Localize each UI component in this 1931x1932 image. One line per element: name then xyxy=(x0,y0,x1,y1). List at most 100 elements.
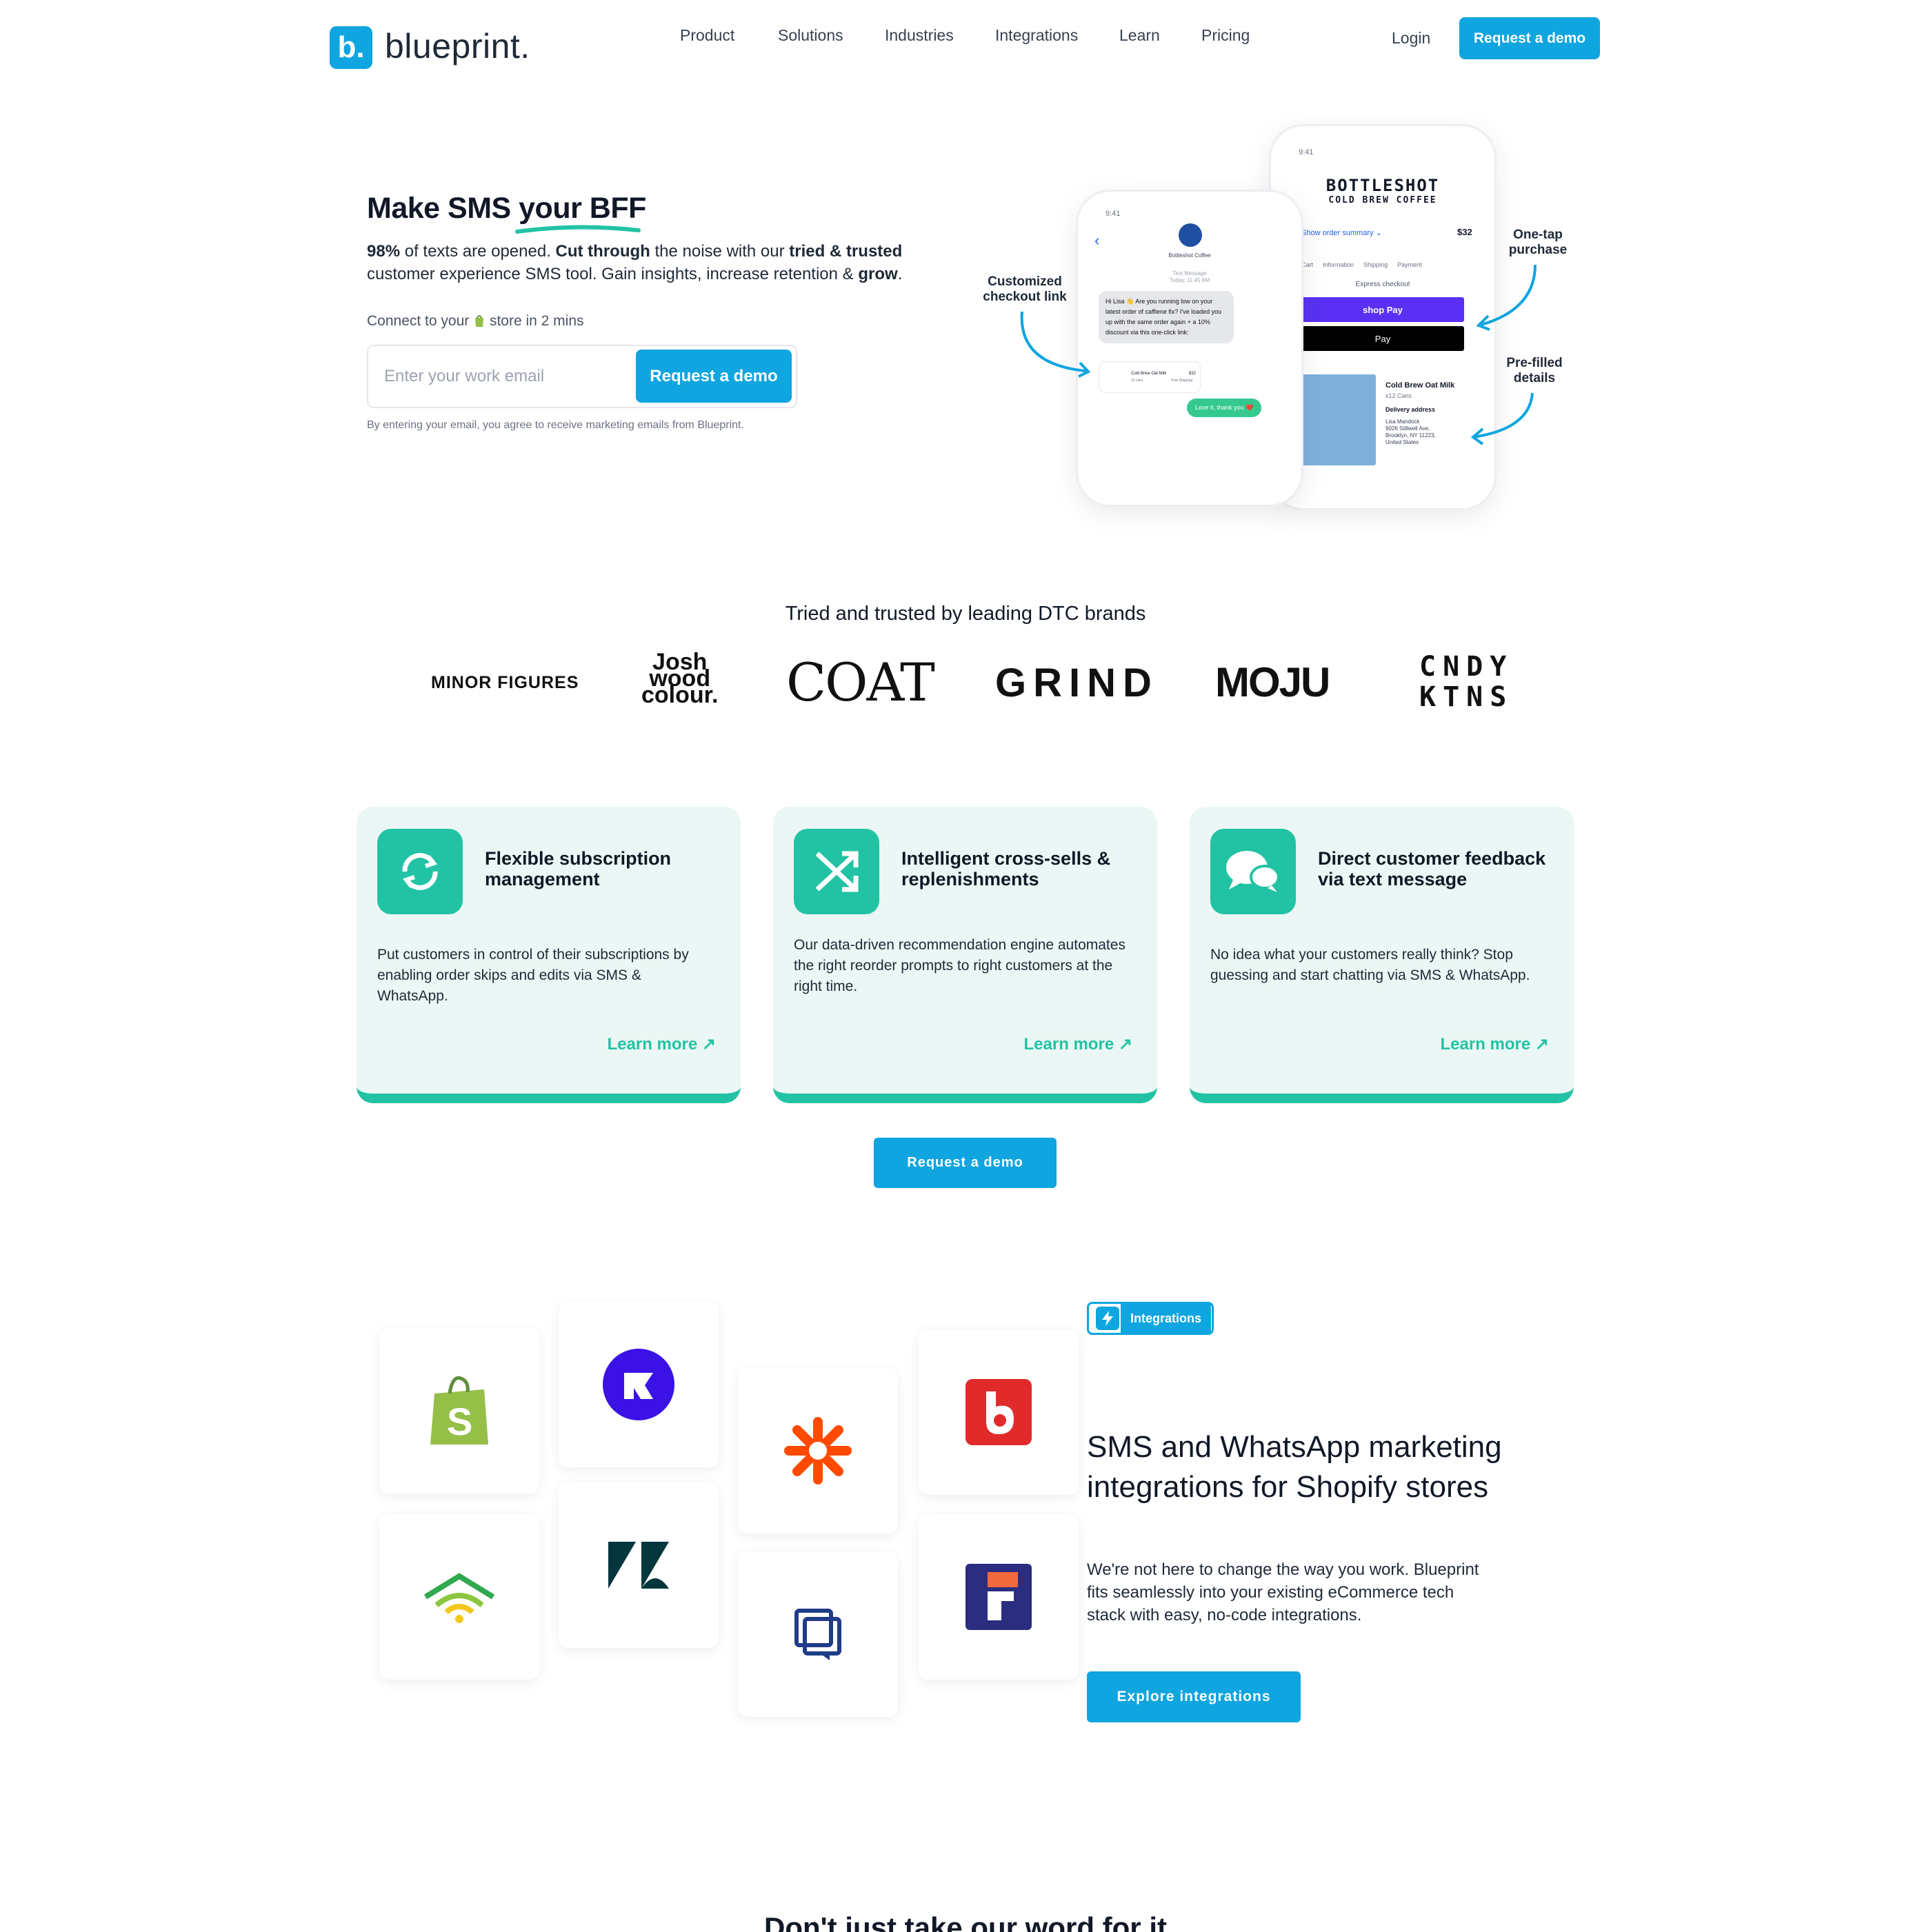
callout-customized-checkout: Customized checkout link xyxy=(977,274,1073,305)
connect-line: Connect to your store in 2 mins xyxy=(367,313,584,330)
callout-onetap-line-1: One-tap xyxy=(1513,228,1563,242)
nav-solutions[interactable]: Solutions xyxy=(778,26,843,45)
msg-time: Today, 11:45 AM xyxy=(1169,277,1210,283)
delivery-line-1: 9026 Stillwell Ave, xyxy=(1385,425,1430,432)
recharge-icon xyxy=(559,1302,719,1467)
cndy-line-1: CNDY xyxy=(1419,651,1514,683)
store-subtitle: COLD BREW COFFEE xyxy=(1328,195,1437,205)
sender-name: Bottleshot Coffee xyxy=(1168,252,1211,259)
brand-cndy-ktns: CNDY KTNS xyxy=(1419,652,1513,712)
svg-text:S: S xyxy=(447,1400,472,1443)
link-sub: 12 cans xyxy=(1131,379,1143,383)
feature-title: Flexible subscription management xyxy=(485,848,672,889)
chat-bubbles-icon xyxy=(1210,829,1296,914)
zapier-icon xyxy=(738,1368,898,1533)
email-disclaimer: By entering your email, you agree to rec… xyxy=(367,419,744,431)
testimonial-heading: Don't just take our word for it xyxy=(764,1911,1167,1932)
logo-icon[interactable]: b. xyxy=(330,26,372,69)
josh-line-3: colour. xyxy=(641,682,719,708)
order-summary-toggle: Show order summary ⌄ xyxy=(1301,229,1382,237)
hero-request-demo-button[interactable]: Request a demo xyxy=(636,350,792,403)
shop-pay-button: shop Pay xyxy=(1301,297,1464,322)
integrations-title: SMS and WhatsApp marketing integrations … xyxy=(1087,1430,1502,1504)
sms-phone-mockup: 9:41 ‹ Bottleshot Coffee Text Message To… xyxy=(1076,190,1303,507)
delivery-line-2: Brooklyn, NY 11223, xyxy=(1385,432,1436,439)
learn-more-link[interactable]: Learn more ↗ xyxy=(608,1034,717,1054)
callout-arrow-checkout xyxy=(1020,311,1091,378)
shuffle-icon xyxy=(794,829,879,914)
crumb-shipping: Shipping xyxy=(1363,261,1388,268)
integrations-badge: Integrations xyxy=(1087,1302,1214,1335)
underline-swoosh xyxy=(515,225,641,234)
delivery-address: Lisa Mandock 9026 Stillwell Ave, Brookly… xyxy=(1385,419,1436,446)
back-chevron-icon: ‹ xyxy=(1094,232,1100,249)
nav-learn[interactable]: Learn xyxy=(1119,26,1160,45)
phone2-time: 9:41 xyxy=(1299,148,1314,157)
rebuy-icon xyxy=(919,1514,1079,1680)
brand-josh-wood: Josh wood colour. xyxy=(641,650,719,708)
nav-integrations[interactable]: Integrations xyxy=(995,26,1078,45)
link-ship: Free Shipping xyxy=(1171,379,1193,383)
feature-card-feedback: Direct customer feedback via text messag… xyxy=(1190,807,1574,1103)
callout-checkout-line-1: Customized xyxy=(988,274,1062,289)
nav-request-demo-button[interactable]: Request a demo xyxy=(1459,17,1600,59)
nav-product[interactable]: Product xyxy=(680,26,734,45)
feature-text: No idea what your customers really think… xyxy=(1210,947,1530,983)
shopify-icon: S xyxy=(379,1328,539,1493)
product-qty: x12 Cans xyxy=(1385,392,1412,399)
feature-card-subscription: Flexible subscription management Put cus… xyxy=(357,807,741,1103)
bold-icon xyxy=(919,1329,1079,1495)
learn-more-link[interactable]: Learn more ↗ xyxy=(1024,1034,1133,1054)
checkout-breadcrumb: Cart Information Shipping Payment xyxy=(1301,261,1422,268)
delivery-line-3: United States xyxy=(1385,439,1419,445)
delivery-label: Delivery address xyxy=(1385,406,1436,413)
hero-text-3: customer experience SMS tool. Gain insig… xyxy=(367,265,859,283)
callout-arrow-prefilled xyxy=(1470,392,1534,445)
callout-prefilled: Pre-filled details xyxy=(1497,356,1572,386)
brand-moju: MOJU xyxy=(1215,659,1330,705)
hero-text-1: of texts are opened. xyxy=(400,242,556,261)
callout-arrow-onetap xyxy=(1476,264,1537,331)
msg-meta: Text Message xyxy=(1172,270,1207,276)
wifi-icon xyxy=(379,1514,539,1680)
email-placeholder[interactable]: Enter your work email xyxy=(384,367,544,386)
shopify-small-icon xyxy=(475,315,484,327)
callout-prefilled-line-2: details xyxy=(1513,371,1556,385)
connect-suffix: store in 2 mins xyxy=(489,313,584,329)
hero-title: Make SMS your BFF xyxy=(367,192,646,225)
product-name: Cold Brew Oat Milk xyxy=(1385,381,1455,390)
hero-text-4: . xyxy=(897,265,903,283)
sender-avatar xyxy=(1179,223,1202,247)
mid-request-demo-button[interactable]: Request a demo xyxy=(874,1138,1057,1188)
product-image xyxy=(1301,374,1376,465)
login-link[interactable]: Login xyxy=(1392,29,1430,48)
apple-pay-button: Pay xyxy=(1301,326,1464,351)
brand-coat: COAT xyxy=(786,652,935,713)
feature-text: Our data-driven recommendation engine au… xyxy=(794,937,1125,994)
learn-more-link[interactable]: Learn more ↗ xyxy=(1441,1034,1550,1054)
link-price: $32 xyxy=(1189,372,1197,376)
gorgias-icon xyxy=(738,1551,898,1717)
nav-pricing[interactable]: Pricing xyxy=(1201,26,1250,45)
hero-bold-1: Cut through xyxy=(555,242,650,261)
callout-checkout-line-2: checkout link xyxy=(983,290,1067,304)
sms-bubble: Hi Lisa 👋 Are you running low on your la… xyxy=(1099,291,1234,343)
delivery-name: Lisa Mandock xyxy=(1385,419,1420,425)
trusted-heading: Tried and trusted by leading DTC brands xyxy=(785,603,1146,625)
feature-card-cross-sells: Intelligent cross-sells & replenishments… xyxy=(773,807,1157,1103)
express-checkout-label: Express checkout xyxy=(1355,281,1410,288)
store-name: BOTTLESHOT xyxy=(1325,176,1440,195)
hero-bold-2: tried & trusted xyxy=(789,242,903,261)
explore-integrations-button[interactable]: Explore integrations xyxy=(1087,1671,1301,1722)
cndy-line-2: KTNS xyxy=(1419,681,1514,713)
zendesk-icon xyxy=(559,1482,719,1648)
feature-text: Put customers in control of their subscr… xyxy=(377,947,689,1004)
hero-stat: 98% xyxy=(367,242,401,261)
callout-prefilled-line-1: Pre-filled xyxy=(1506,356,1563,370)
callout-one-tap: One-tap purchase xyxy=(1503,228,1572,258)
phone1-time: 9:41 xyxy=(1105,210,1121,218)
nav-industries[interactable]: Industries xyxy=(885,26,954,45)
refresh-icon xyxy=(377,829,463,914)
hero-bold-3: grow xyxy=(858,265,898,283)
logo-wordmark[interactable]: blueprint. xyxy=(385,26,530,66)
